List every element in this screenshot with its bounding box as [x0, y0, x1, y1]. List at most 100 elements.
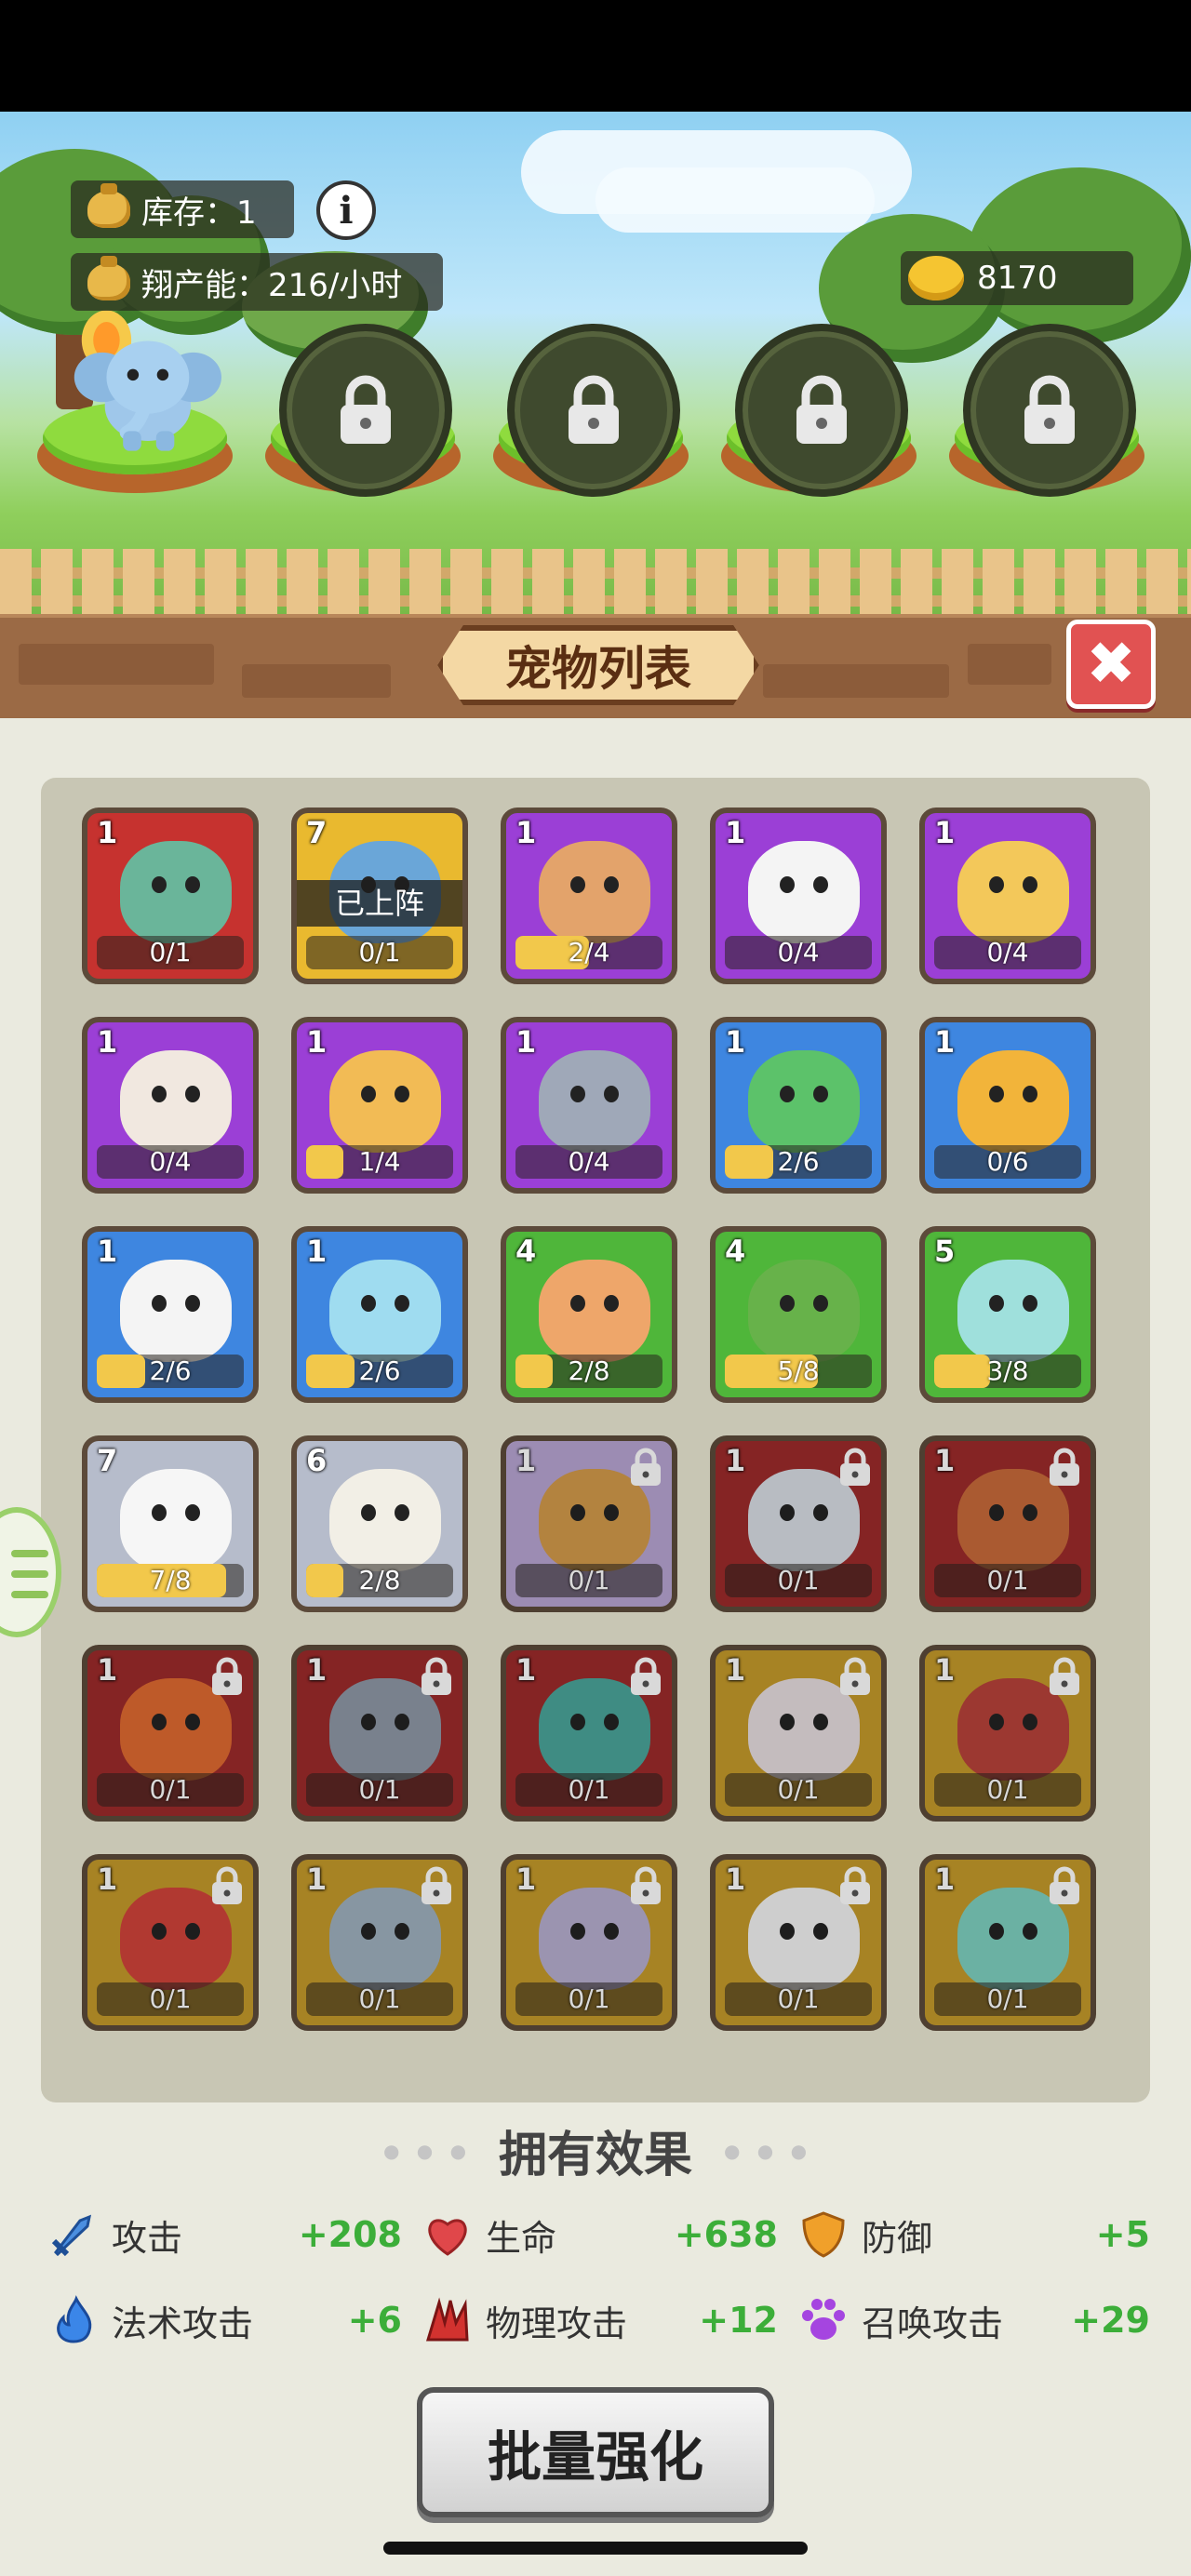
pet-card[interactable]: 1 2/6 [710, 1017, 887, 1194]
pet-level: 1 [97, 1652, 118, 1688]
pet-level: 6 [306, 1443, 328, 1478]
lock-icon [1050, 1657, 1079, 1695]
pet-card[interactable]: 1 0/1 [501, 1645, 677, 1822]
stat-label: 召唤攻击 [862, 2302, 1004, 2344]
stat-attack: 攻击 +208 [48, 2205, 402, 2264]
gold-ingot-icon [908, 256, 964, 300]
pet-card[interactable]: 1 0/1 [710, 1645, 887, 1822]
pet-level: 1 [97, 1862, 118, 1897]
pet-level: 1 [934, 1862, 956, 1897]
pet-level: 7 [306, 815, 328, 850]
info-button[interactable]: i [316, 180, 376, 240]
pet-card[interactable]: 1 0/1 [82, 1854, 259, 2031]
pet-grid: 1 0/1 7 已上阵 0/1 1 2/4 1 0/4 1 0/4 1 0/4 1 1/4 1 0/4 1 2/6 1… [41, 778, 1150, 2102]
pet-card[interactable]: 1 0/6 [919, 1017, 1096, 1194]
stock-display: 库存：1 [71, 180, 294, 238]
progress-text: 0/1 [149, 1983, 192, 2014]
pet-level: 1 [934, 1443, 956, 1478]
progress-text: 2/4 [568, 937, 610, 968]
effects-title: 拥有效果 [498, 2128, 692, 2183]
pet-card[interactable]: 1 0/4 [501, 1017, 677, 1194]
progress-bar: 0/1 [97, 936, 244, 969]
pet-card[interactable]: 1 0/1 [919, 1435, 1096, 1612]
progress-bar: 0/6 [934, 1145, 1081, 1179]
pet-portrait [957, 1260, 1069, 1362]
locked-slot-4[interactable] [735, 324, 908, 497]
pet-card[interactable]: 1 0/1 [710, 1854, 887, 2031]
pet-card[interactable]: 1 0/1 [919, 1854, 1096, 2031]
pet-card[interactable]: 4 5/8 [710, 1226, 887, 1403]
pet-portrait [329, 1050, 441, 1153]
progress-bar: 0/1 [725, 1982, 872, 2016]
pet-portrait [748, 841, 860, 943]
pet-card[interactable]: 1 0/1 [501, 1854, 677, 2031]
pet-card[interactable]: 1 2/6 [82, 1226, 259, 1403]
pet-level: 1 [725, 1652, 746, 1688]
batch-upgrade-button[interactable]: 批量强化 [417, 2387, 774, 2517]
pet-card[interactable]: 1 0/4 [710, 808, 887, 984]
pet-level: 1 [934, 1652, 956, 1688]
progress-text: 0/1 [568, 1565, 610, 1595]
pet-card[interactable]: 1 0/1 [82, 808, 259, 984]
progress-text: 0/1 [149, 1774, 192, 1805]
lock-icon [1024, 375, 1075, 444]
pet-portrait [120, 1260, 232, 1362]
progress-bar: 0/1 [515, 1564, 662, 1597]
pet-card[interactable]: 1 0/1 [291, 1645, 468, 1822]
stat-value: +5 [1095, 2214, 1150, 2255]
stat-label: 法术攻击 [112, 2302, 254, 2344]
gold-display: 8170 [901, 251, 1133, 305]
progress-bar: 0/1 [934, 1982, 1081, 2016]
pet-card[interactable]: 1 0/1 [919, 1645, 1096, 1822]
progress-bar: 0/1 [934, 1773, 1081, 1807]
pet-level: 1 [725, 815, 746, 850]
progress-text: 3/8 [986, 1355, 1029, 1386]
progress-text: 2/6 [777, 1146, 820, 1177]
lock-icon [212, 1866, 242, 1904]
progress-bar: 0/4 [725, 936, 872, 969]
progress-text: 0/1 [358, 1774, 401, 1805]
pet-card[interactable]: 1 2/4 [501, 808, 677, 984]
pet-card[interactable]: 7 7/8 [82, 1435, 259, 1612]
locked-slot-3[interactable] [507, 324, 680, 497]
pet-card[interactable]: 1 0/1 [501, 1435, 677, 1612]
progress-text: 7/8 [149, 1565, 192, 1595]
pet-card[interactable]: 1 1/4 [291, 1017, 468, 1194]
elephant-pet[interactable] [56, 307, 223, 456]
pet-card[interactable]: 1 0/1 [82, 1645, 259, 1822]
decor-dots-right: ● ● ● [724, 2140, 813, 2162]
pouch-icon [87, 256, 130, 300]
pet-card[interactable]: 5 3/8 [919, 1226, 1096, 1403]
pet-level: 1 [306, 1862, 328, 1897]
locked-slot-5[interactable] [963, 324, 1136, 497]
pet-level: 1 [725, 1443, 746, 1478]
stat-value: +29 [1071, 2300, 1150, 2341]
pet-card[interactable]: 1 0/4 [919, 808, 1096, 984]
pet-card[interactable]: 6 2/8 [291, 1435, 468, 1612]
pet-portrait [539, 1260, 650, 1362]
stat-physical-attack: 物理攻击 +12 [422, 2290, 778, 2350]
locked-slot-2[interactable] [279, 324, 452, 497]
paw-icon [802, 2299, 845, 2340]
pet-card[interactable]: 1 2/6 [291, 1226, 468, 1403]
pet-level: 1 [306, 1024, 328, 1060]
production-rate-display: 翔产能：216/小时 [71, 253, 443, 311]
pet-level: 4 [725, 1234, 746, 1269]
stat-hp: 生命 +638 [422, 2205, 778, 2264]
pet-card[interactable]: 1 0/1 [710, 1435, 887, 1612]
pet-level: 1 [725, 1862, 746, 1897]
pet-card[interactable]: 7 已上阵 0/1 [291, 808, 468, 984]
lock-icon [796, 375, 847, 444]
lock-icon [341, 375, 391, 444]
progress-bar: 2/6 [725, 1145, 872, 1179]
close-button[interactable]: ✖ [1066, 620, 1156, 709]
progress-bar: 3/8 [934, 1355, 1081, 1388]
flame-icon [57, 2295, 92, 2343]
pet-card[interactable]: 1 0/4 [82, 1017, 259, 1194]
lock-icon [422, 1866, 451, 1904]
lock-icon [840, 1657, 870, 1695]
progress-bar: 2/4 [515, 936, 662, 969]
pet-card[interactable]: 4 2/8 [501, 1226, 677, 1403]
shield-icon [802, 2211, 845, 2258]
pet-card[interactable]: 1 0/1 [291, 1854, 468, 2031]
